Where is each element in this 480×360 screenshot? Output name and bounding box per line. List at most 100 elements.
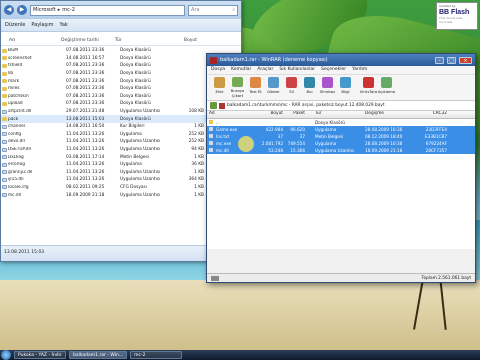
winrar-path-bar: balkadam1.rar\turkmmo\mc - RAR arşivi, p… bbox=[207, 101, 475, 111]
file-size: 364 KB bbox=[188, 177, 204, 183]
archive-file-crc: 679224AF bbox=[425, 141, 447, 146]
toolbar-button[interactable]: Sil bbox=[283, 77, 300, 98]
archive-row[interactable]: Game.exe 422.984 96.620 Uygulama 28.08.2009 … bbox=[207, 126, 475, 133]
col-packed[interactable]: Paket bbox=[283, 111, 305, 118]
archive-file-modified: 28.08.2009 16:36 bbox=[365, 127, 403, 132]
file-row[interactable]: mark 07.08.2011 23:36 Dosya Klasörü bbox=[1, 77, 241, 85]
forward-button[interactable]: ▶ bbox=[17, 5, 27, 15]
burn-button[interactable]: Yak bbox=[60, 22, 68, 28]
winrar-app-icon bbox=[210, 56, 217, 64]
start-button[interactable] bbox=[1, 350, 11, 360]
file-row[interactable]: artpclnt.dll 29.07.2011 21:48 Uygulama Uza… bbox=[1, 108, 241, 116]
file-row[interactable]: config 11.04.2011 13:26 Uygulama 252 KB bbox=[1, 131, 241, 139]
archive-path[interactable]: balkadam1.rar\turkmmo\mc - RAR arşivi, p… bbox=[227, 103, 385, 108]
taskbar-item-explorer[interactable]: mc-2 bbox=[130, 351, 183, 359]
close-button[interactable]: × bbox=[459, 56, 472, 64]
organize-button[interactable]: Düzenle bbox=[5, 22, 25, 28]
file-row[interactable]: screenshot 14.08.2011 16:57 Dosya Klasörü bbox=[1, 55, 241, 63]
file-icon bbox=[209, 141, 213, 145]
folder-icon bbox=[2, 117, 7, 122]
file-size: 1 KB bbox=[194, 124, 204, 130]
folder-icon bbox=[2, 86, 7, 91]
taskbar-item-browser[interactable]: Pukoka - YAZ - İndir bbox=[14, 351, 66, 359]
file-row[interactable]: granny2.dll 11.04.2011 13:26 Uygulama Uzan… bbox=[1, 169, 241, 177]
archive-file-name: Game.exe bbox=[216, 127, 238, 132]
file-row[interactable]: errorlog 11.04.2011 13:26 Uygulama 36 KB bbox=[1, 161, 241, 169]
toolbar-label: Buraya Çıkart bbox=[230, 88, 245, 98]
file-row[interactable]: DSETUP.dll 11.04.2011 13:26 Uygulama Uzant… bbox=[1, 146, 241, 154]
file-row[interactable]: channel 14.08.2011 16:50 Kur Bilgileri 1 KB bbox=[1, 123, 241, 131]
toolbar-icon bbox=[340, 77, 351, 88]
toolbar-button[interactable]: Sihirbaz bbox=[319, 77, 336, 98]
menu-item[interactable]: Araçlar bbox=[257, 67, 273, 73]
col-crc[interactable]: CRC32 bbox=[411, 111, 447, 118]
archive-row[interactable]: .. Dosya Klasörü bbox=[207, 119, 475, 126]
folder-icon bbox=[2, 79, 7, 84]
toolbar-button[interactable]: Ekle bbox=[211, 77, 228, 98]
up-folder-icon[interactable] bbox=[210, 102, 217, 109]
toolbar-button[interactable]: Buraya Çıkart bbox=[229, 77, 246, 98]
file-row[interactable]: miles 07.08.2011 23:36 Dosya Klasörü bbox=[1, 85, 241, 93]
file-type: Uygulama Uzantısı bbox=[120, 147, 161, 153]
file-name: upload bbox=[8, 101, 23, 107]
col-modified[interactable]: Değişme bbox=[363, 111, 411, 118]
maximize-button[interactable]: □ bbox=[447, 56, 456, 64]
col-name[interactable]: Ad bbox=[207, 111, 257, 118]
toolbar-label: VirüsTara bbox=[359, 89, 378, 94]
breadcrumb-microsoft[interactable]: Microsoft bbox=[33, 7, 56, 13]
breadcrumb-mc-2[interactable]: mc-2 bbox=[62, 7, 75, 13]
menu-item[interactable]: Komutlar bbox=[231, 67, 251, 73]
toolbar-label: Ekle bbox=[215, 89, 224, 94]
col-size[interactable]: Boyut bbox=[169, 38, 197, 45]
toolbar-button[interactable]: Göster bbox=[265, 77, 282, 98]
address-input[interactable]: Microsoft ▸ mc-2 bbox=[30, 4, 185, 16]
archive-file-packed: 96.620 bbox=[290, 127, 305, 132]
menu-item[interactable]: Yardım bbox=[352, 67, 367, 73]
taskbar-item-winrar[interactable]: balkadam1.rar - Win... bbox=[69, 351, 128, 359]
file-name: mc.dll bbox=[8, 192, 22, 198]
archive-file-type: Uygulama bbox=[315, 141, 337, 146]
folder-icon bbox=[2, 63, 7, 68]
file-row[interactable]: devil.dll 11.04.2011 13:26 Uygulama Uzantı… bbox=[1, 138, 241, 146]
file-row[interactable]: fshield 07.08.2011 23:36 Dosya Klasörü bbox=[1, 62, 241, 70]
minimize-button[interactable]: – bbox=[435, 56, 444, 64]
explorer-column-header: Ad Değiştirme tarihi Tür Boyut bbox=[1, 38, 241, 46]
file-type: Dosya Klasörü bbox=[120, 63, 151, 69]
file-date: 29.07.2011 21:48 bbox=[66, 109, 105, 115]
menu-item[interactable]: Dosya bbox=[211, 67, 225, 73]
menu-item[interactable]: Seçenekler bbox=[321, 67, 346, 73]
toolbar-button[interactable]: Bul bbox=[301, 77, 318, 98]
file-type: Kur Bilgileri bbox=[120, 124, 145, 130]
back-button[interactable]: ◀ bbox=[4, 5, 14, 15]
toolbar-button[interactable]: Açıklama bbox=[378, 77, 395, 98]
file-row[interactable]: BGM 07.08.2011 23:36 Dosya Klasörü bbox=[1, 47, 241, 55]
search-input[interactable]: Ara ⌕ bbox=[188, 4, 238, 16]
col-size[interactable]: Boyut bbox=[257, 111, 283, 118]
file-name: devil.dll bbox=[8, 139, 25, 145]
toolbar-label: Bul bbox=[306, 89, 313, 94]
file-name: mark bbox=[8, 78, 20, 84]
col-name[interactable]: Ad bbox=[1, 38, 59, 45]
file-name: BGM bbox=[8, 48, 18, 54]
file-name: screenshot bbox=[8, 55, 32, 61]
file-row[interactable]: DxDiag 03.08.2011 17:14 Metin Belgesi 1 KB bbox=[1, 153, 241, 161]
file-row[interactable]: pack 13.08.2011 15:03 Dosya Klasörü bbox=[1, 115, 241, 123]
col-date[interactable]: Değiştirme tarihi bbox=[59, 38, 113, 45]
winrar-title-bar[interactable]: balkadam1.rar - WinRAR (deneme kopyası) … bbox=[207, 54, 475, 66]
menu-item[interactable]: Sık Kullanılanlar bbox=[279, 67, 315, 73]
file-row[interactable]: locale.cfg 08.02.2011 09:25 CFG Dosyası 1 K… bbox=[1, 184, 241, 192]
file-row[interactable]: upload 07.08.2011 23:36 Dosya Klasörü bbox=[1, 100, 241, 108]
file-row[interactable]: ijl15.dll 11.04.2011 13:26 Uygulama Uzantı… bbox=[1, 176, 241, 184]
file-row[interactable]: mc.dll 18.09.2009 21:18 Uygulama Uzantısı 1… bbox=[1, 191, 241, 199]
toolbar-button[interactable]: Test Et bbox=[247, 77, 264, 98]
file-row[interactable]: lib 07.08.2011 23:36 Dosya Klasörü bbox=[1, 70, 241, 78]
toolbar-button[interactable]: Bilgi bbox=[337, 77, 354, 98]
file-type: Metin Belgesi bbox=[120, 154, 149, 160]
file-date: 11.04.2011 13:26 bbox=[66, 169, 105, 175]
col-type[interactable]: Tür bbox=[113, 38, 169, 45]
toolbar-button[interactable]: VirüsTara bbox=[360, 77, 377, 98]
file-icon bbox=[2, 109, 7, 114]
file-row[interactable]: patchskin 07.08.2011 23:36 Dosya Klasörü bbox=[1, 93, 241, 101]
col-type[interactable]: Tür bbox=[305, 111, 363, 118]
share-button[interactable]: Paylaşım bbox=[31, 22, 53, 28]
